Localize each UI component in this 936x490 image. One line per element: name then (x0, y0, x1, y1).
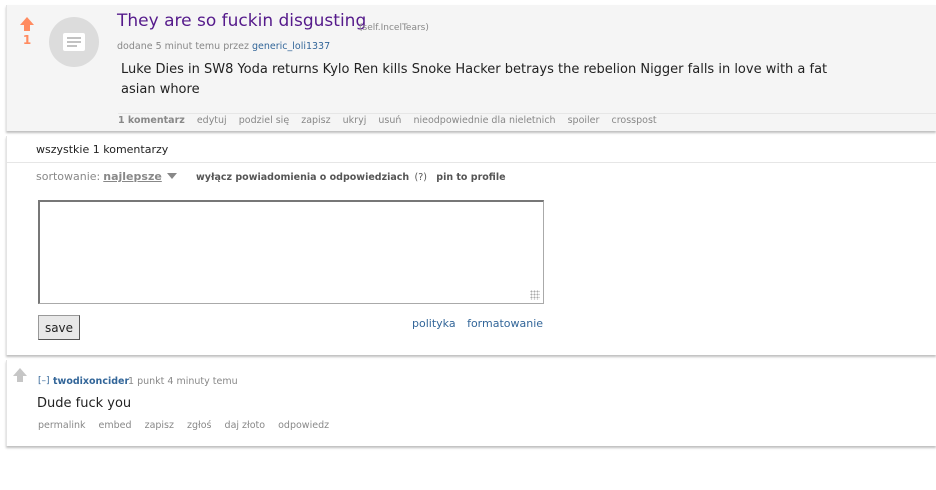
policy-link[interactable]: polityka (412, 317, 456, 330)
post-body: Luke Dies in SW8 Yoda returns Kylo Ren k… (121, 62, 828, 97)
text-post-thumbnail-icon[interactable] (49, 17, 99, 67)
post-score: 1 (22, 33, 32, 47)
reply-link[interactable]: odpowiedz (278, 420, 329, 431)
delete-button[interactable]: usuń (378, 115, 401, 126)
spoiler-button[interactable]: spoiler (568, 115, 600, 126)
sort-dropdown[interactable]: najlepsze (103, 170, 162, 183)
save-comment-button[interactable]: save (38, 315, 80, 340)
notify-bar: wyłącz powiadomienia o odpowiedziach (?)… (196, 172, 506, 183)
pin-to-profile-link[interactable]: pin to profile (436, 172, 505, 183)
give-gold-link[interactable]: daj złoto (225, 420, 266, 431)
share-button[interactable]: podziel się (239, 115, 289, 126)
embed-link[interactable]: embed (99, 420, 132, 431)
tagline-prefix: dodane 5 minut temu przez (117, 41, 249, 52)
comment-upvote-arrow-icon[interactable] (13, 368, 27, 382)
edit-button[interactable]: edytuj (197, 115, 227, 126)
nsfw-button[interactable]: nieodpowiednie dla nieletnich (413, 115, 555, 126)
save-post-button[interactable]: zapisz (301, 115, 330, 126)
sort-caret-icon[interactable] (166, 173, 177, 179)
collapse-toggle[interactable]: [–] (38, 376, 50, 386)
post-buttons: 1 komentarz edytuj podziel się zapisz uk… (118, 113, 936, 126)
comment: [–] twodixoncider 1 punkt 4 minuty temu … (6, 360, 936, 446)
resize-grip-icon[interactable] (530, 290, 540, 300)
permalink-link[interactable]: permalink (38, 420, 86, 431)
comment-textarea[interactable] (38, 200, 544, 304)
report-link[interactable]: zgłoś (187, 420, 211, 431)
crosspost-button[interactable]: crosspost (611, 115, 656, 126)
post-domain[interactable]: (self.IncelTears) (359, 23, 429, 33)
sort-label: sortowanie: (36, 170, 101, 183)
sort-bar: sortowanie: najlepsze (36, 170, 177, 183)
comment-text: Dude fuck you (37, 396, 132, 411)
comment-author[interactable]: twodixoncider (53, 376, 129, 387)
all-comments-header: wszystkie 1 komentarzy (7, 136, 936, 163)
upvote-arrow-icon[interactable] (20, 17, 34, 31)
comment-buttons: permalink embed zapisz zgłoś daj złoto o… (38, 420, 339, 431)
comment-area: wszystkie 1 komentarzy sortowanie: najlep… (6, 136, 936, 355)
comment-meta: 1 punkt 4 minuty temu (128, 376, 238, 387)
formatting-link[interactable]: formatowanie (467, 317, 543, 330)
post-title[interactable]: They are so fuckin disgusting (117, 11, 366, 31)
save-comment-link[interactable]: zapisz (145, 420, 174, 431)
comments-link[interactable]: 1 komentarz (118, 115, 185, 126)
disable-notifications-link[interactable]: wyłącz powiadomienia o odpowiedziach (196, 172, 409, 183)
notifications-help-link[interactable]: (?) (414, 172, 426, 183)
help-links: polityka formatowanie (412, 317, 551, 330)
hide-button[interactable]: ukryj (343, 115, 367, 126)
post-author[interactable]: generic_loli1337 (252, 41, 330, 52)
post-tagline: dodane 5 minut temu przez generic_loli13… (117, 41, 330, 52)
post-container: 1 They are so fuckin disgusting (self.In… (6, 5, 936, 131)
